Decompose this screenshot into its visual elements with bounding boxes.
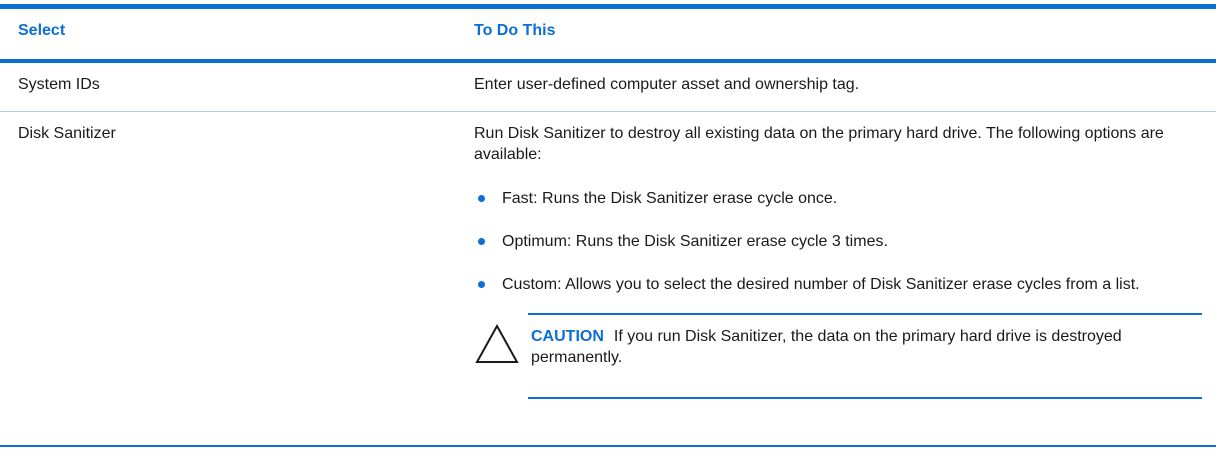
header-to-do-this: To Do This: [474, 22, 556, 39]
bullet-icon: [478, 238, 485, 245]
disk-sanitizer-intro: Run Disk Sanitizer to destroy all existi…: [474, 125, 1164, 163]
caution-box: CAUTION If you run Disk Sanitizer, the da…: [528, 313, 1202, 399]
row-select-label: System IDs: [18, 76, 100, 93]
options-list: Fast: Runs the Disk Sanitizer erase cycl…: [474, 188, 1199, 295]
table-header-row: Select To Do This: [0, 9, 1216, 63]
row-select-label: Disk Sanitizer: [18, 125, 116, 142]
option-text: Custom: Allows you to select the desired…: [502, 276, 1140, 293]
bullet-icon: [478, 281, 485, 288]
option-custom: Custom: Allows you to select the desired…: [474, 274, 1199, 295]
option-optimum: Optimum: Runs the Disk Sanitizer erase c…: [474, 231, 1199, 252]
row-description: Run Disk Sanitizer to destroy all existi…: [474, 123, 1202, 403]
table-row-system-ids: System IDs Enter user-defined computer a…: [0, 63, 1216, 112]
caution-note: CAUTION If you run Disk Sanitizer, the da…: [475, 313, 1202, 403]
options-table: Select To Do This System IDs Enter user-…: [0, 4, 1216, 447]
caution-label: CAUTION: [531, 328, 604, 345]
bullet-icon: [478, 195, 485, 202]
caution-text: If you run Disk Sanitizer, the data on t…: [531, 328, 1122, 366]
row-description: Enter user-defined computer asset and ow…: [474, 76, 860, 93]
table-row-disk-sanitizer: Disk Sanitizer Run Disk Sanitizer to des…: [0, 112, 1216, 447]
option-text: Fast: Runs the Disk Sanitizer erase cycl…: [502, 190, 838, 207]
option-text: Optimum: Runs the Disk Sanitizer erase c…: [502, 233, 888, 250]
caution-triangle-icon: [475, 324, 519, 363]
option-fast: Fast: Runs the Disk Sanitizer erase cycl…: [474, 188, 1199, 209]
header-select: Select: [18, 22, 66, 39]
